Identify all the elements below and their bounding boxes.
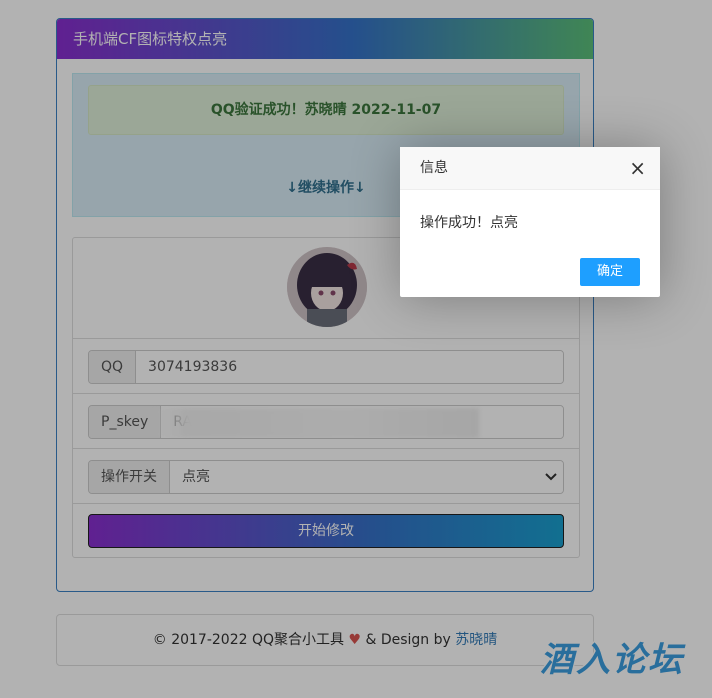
dialog-message: 操作成功！点亮 [420, 215, 518, 231]
info-dialog: 信息 × 操作成功！点亮 确定 [400, 147, 660, 297]
confirm-button[interactable]: 确定 [580, 258, 640, 286]
close-icon[interactable]: × [629, 147, 646, 189]
dialog-title: 信息 [420, 160, 448, 176]
dialog-header: 信息 × [400, 147, 660, 190]
modal-overlay[interactable] [0, 0, 712, 698]
page: 手机端CF图标特权点亮 QQ验证成功！苏晓晴 2022-11-07 ↓继续操作↓ [0, 0, 712, 698]
